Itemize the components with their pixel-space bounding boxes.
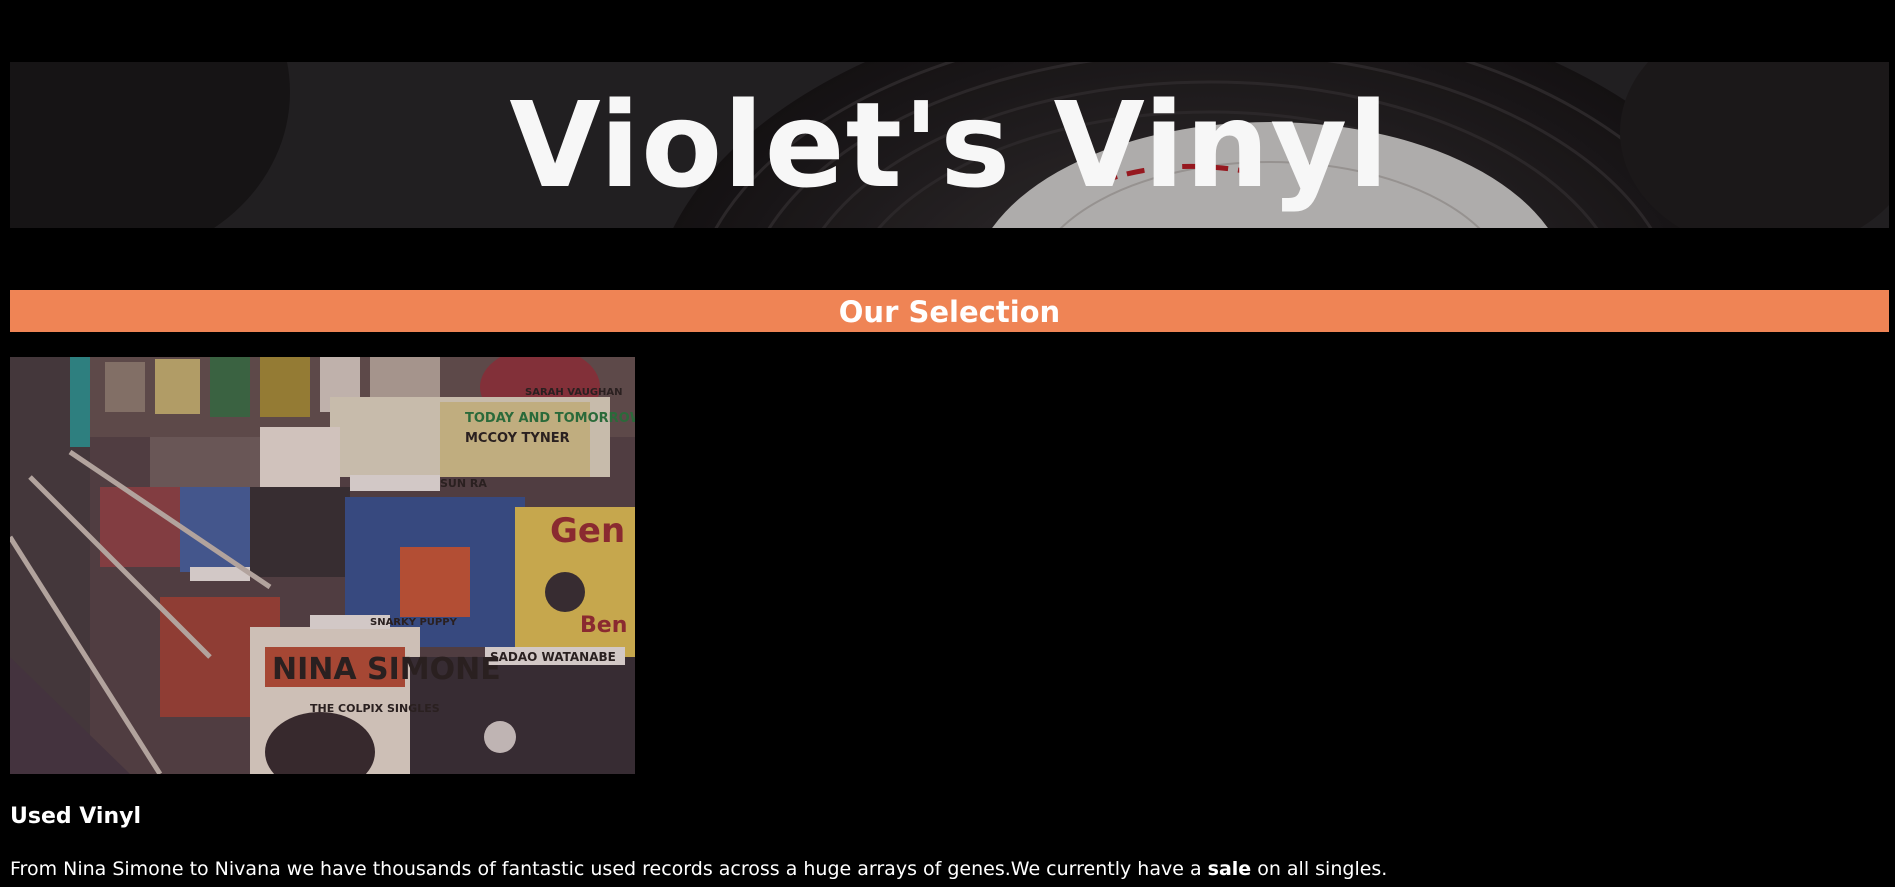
album-label: Ben bbox=[580, 613, 627, 638]
site-title: Violet's Vinyl bbox=[509, 76, 1390, 214]
description-text: From Nina Simone to Nivana we have thous… bbox=[10, 858, 1208, 880]
album-label: Gen bbox=[550, 511, 625, 551]
album-label: NINA SIMONE bbox=[272, 652, 501, 687]
sale-highlight: sale bbox=[1207, 858, 1252, 880]
album-label: SADAO WATANABE bbox=[490, 650, 616, 664]
album-label: SARAH VAUGHAN bbox=[525, 387, 623, 398]
album-label: MCCOY TYNER bbox=[465, 431, 570, 446]
album-label: TODAY AND TOMORROW bbox=[465, 411, 635, 426]
album-label: SNARKY PUPPY bbox=[370, 617, 458, 628]
product-title: Used Vinyl bbox=[10, 804, 142, 829]
record-bins-image: NINA SIMONE THE COLPIX SINGLES TODAY AND… bbox=[10, 357, 635, 774]
description-text-end: on all singles. bbox=[1251, 858, 1388, 880]
album-label: SUN RA bbox=[440, 477, 487, 490]
album-label: THE COLPIX SINGLES bbox=[310, 702, 440, 715]
section-heading-bar: Our Selection bbox=[10, 290, 1889, 332]
record-store-photo: NINA SIMONE THE COLPIX SINGLES TODAY AND… bbox=[10, 357, 635, 774]
product-description: From Nina Simone to Nivana we have thous… bbox=[10, 858, 1387, 880]
page: Violet's Vinyl Our Selection NINA SIMONE… bbox=[0, 0, 1895, 887]
hero-banner: Violet's Vinyl bbox=[10, 62, 1889, 228]
section-heading: Our Selection bbox=[838, 295, 1061, 329]
